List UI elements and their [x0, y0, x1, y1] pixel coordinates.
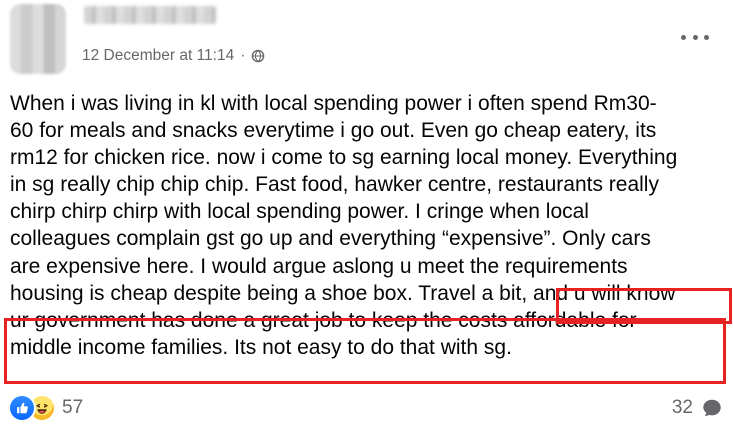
comment-summary[interactable]: 32 — [672, 397, 723, 419]
post-footer: 57 32 — [10, 393, 723, 423]
like-icon — [10, 396, 34, 420]
more-options-icon[interactable] — [681, 29, 709, 45]
comment-icon[interactable] — [701, 397, 723, 419]
reaction-count[interactable]: 57 — [62, 397, 83, 419]
reaction-summary[interactable]: 57 — [10, 396, 83, 420]
author-name-blurred[interactable] — [84, 6, 216, 24]
comment-count[interactable]: 32 — [672, 397, 693, 419]
reaction-icons — [10, 396, 54, 420]
avatar[interactable] — [10, 4, 66, 74]
meta-separator: · — [240, 47, 246, 64]
post-meta: 12 December at 11:14 · — [82, 46, 265, 66]
post-date[interactable]: 12 December at 11:14 — [82, 47, 234, 65]
globe-icon[interactable] — [251, 49, 265, 63]
post-body: When i was living in kl with local spend… — [10, 92, 678, 359]
